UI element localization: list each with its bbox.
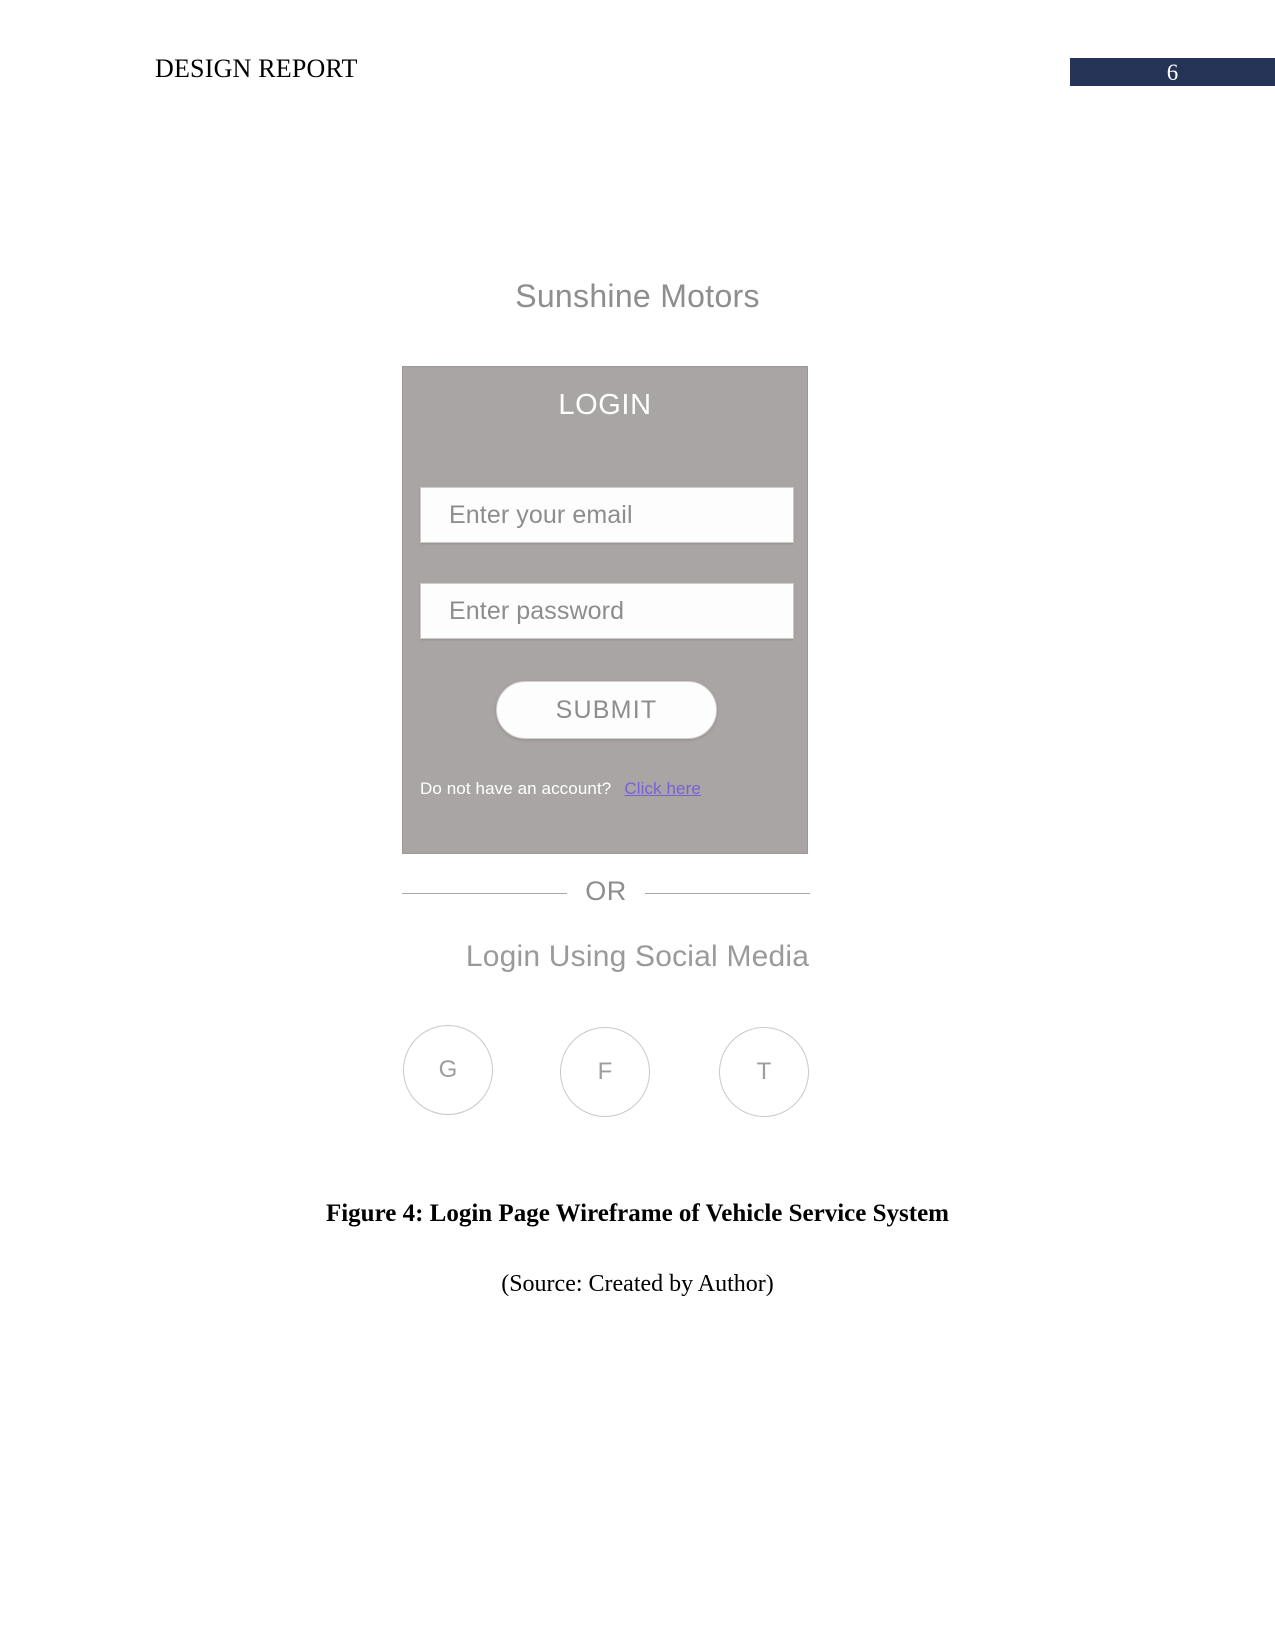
social-login-twitter-label: T [756,1058,772,1085]
social-login-google-label: G [438,1056,458,1083]
social-login-facebook-button[interactable]: F [560,1027,650,1117]
email-input[interactable]: Enter your email [420,487,794,543]
figure-caption: Figure 4: Login Page Wireframe of Vehicl… [325,1200,950,1227]
login-heading: LOGIN [558,389,652,421]
brand-title: Sunshine Motors [515,278,760,314]
signup-prompt-row: Do not have an account? Click here [420,779,794,799]
social-login-twitter-button[interactable]: T [719,1027,809,1117]
social-login-google-button[interactable]: G [403,1025,493,1115]
login-wireframe-figure: Sunshine Motors LOGIN Enter your email E… [0,0,1275,1650]
or-divider-line-right [644,892,810,894]
or-divider-label: OR [585,875,627,906]
submit-button-label: SUBMIT [555,695,658,724]
social-login-facebook-label: F [597,1058,613,1085]
signup-link[interactable]: Click here [624,779,701,799]
social-login-heading: Login Using Social Media [465,940,810,973]
social-login-buttons: G F T [400,1025,812,1130]
signup-prompt-text: Do not have an account? [420,779,612,798]
or-divider-line-left [402,892,568,894]
password-input-placeholder: Enter password [449,596,625,625]
password-input[interactable]: Enter password [420,583,794,639]
submit-button[interactable]: SUBMIT [496,681,717,739]
or-divider: OR [402,872,810,914]
login-card: LOGIN Enter your email Enter password SU… [402,366,808,854]
source-caption: (Source: Created by Author) [501,1271,774,1297]
email-input-placeholder: Enter your email [449,500,633,529]
